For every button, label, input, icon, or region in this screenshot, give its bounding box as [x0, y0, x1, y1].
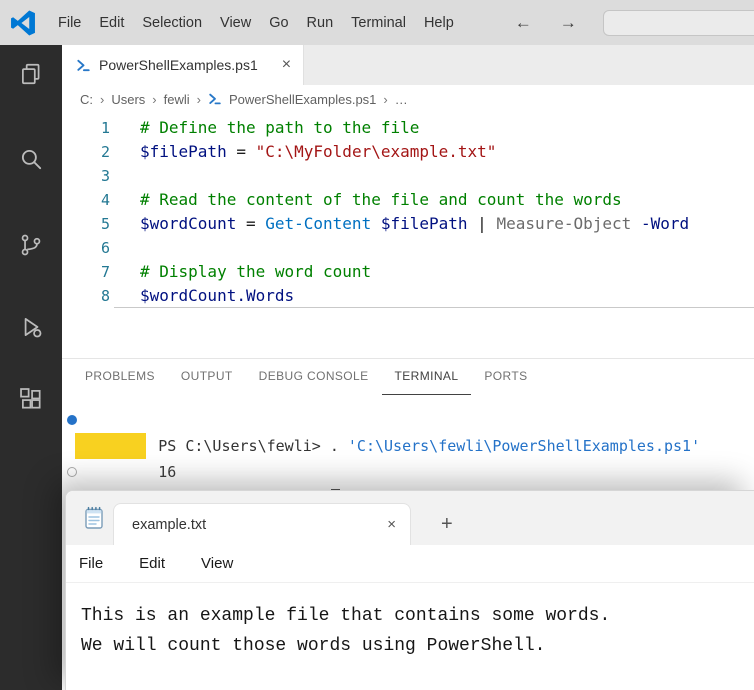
source-control-icon[interactable] — [0, 221, 62, 269]
notepad-menu-view[interactable]: View — [201, 555, 233, 572]
line-number: 1 — [100, 119, 110, 137]
powershell-file-icon — [208, 92, 222, 106]
panel-tab-ports[interactable]: PORTS — [471, 359, 540, 395]
notepad-tab-label: example.txt — [132, 516, 207, 533]
code-content: $filePath = "C:\MyFolder\example.txt" — [140, 142, 497, 161]
line-number: 8 — [100, 287, 110, 305]
history-navigation: ← → — [515, 13, 577, 33]
tab-label: PowerShellExamples.ps1 — [99, 57, 258, 73]
code-line-6[interactable]: 6 — [62, 236, 754, 260]
forward-arrow-icon[interactable]: → — [560, 13, 577, 33]
code-content: $wordCount = Get-Content $filePath | Mea… — [140, 214, 690, 233]
menu-file[interactable]: File — [49, 15, 90, 31]
vscode-titlebar: File Edit Selection View Go Run Terminal Help ←… — [0, 0, 754, 45]
editor-tab-bar: PowerShellExamples.ps1 × — [62, 45, 754, 85]
line-number: 5 — [100, 215, 110, 233]
extensions-icon[interactable] — [0, 375, 62, 423]
breadcrumb-item-fewli[interactable]: fewli — [164, 92, 190, 107]
notepad-text-area[interactable]: This is an example file that contains so… — [66, 583, 754, 661]
menu-run[interactable]: Run — [298, 15, 343, 31]
menu-selection[interactable]: Selection — [133, 15, 211, 31]
notepad-tab-example-txt[interactable]: example.txt × — [113, 503, 411, 545]
terminal-prompt-line[interactable]: PS C:\Users\fewli> — [62, 459, 754, 507]
panel-tab-output[interactable]: OUTPUT — [168, 359, 246, 395]
search-icon[interactable] — [0, 135, 62, 183]
chevron-right-icon: › — [100, 91, 105, 107]
menu-view[interactable]: View — [211, 15, 260, 31]
code-content — [114, 164, 754, 188]
prompt-decoration-icon — [67, 467, 77, 477]
output-highlight — [75, 433, 146, 459]
explorer-icon[interactable] — [0, 50, 62, 98]
code-content: # Define the path to the file — [140, 118, 420, 137]
chevron-right-icon: › — [152, 91, 157, 107]
line-number: 6 — [100, 239, 110, 257]
menu-go[interactable]: Go — [260, 15, 297, 31]
menu-bar: File Edit Selection View Go Run Terminal Help — [49, 15, 463, 31]
chevron-right-icon: › — [196, 91, 201, 107]
screen: File Edit Selection View Go Run Terminal Help ←… — [0, 0, 754, 690]
run-and-debug-icon[interactable] — [0, 303, 62, 351]
close-icon[interactable]: × — [282, 57, 291, 73]
line-number: 4 — [100, 191, 110, 209]
notepad-menu-bar: File Edit View — [66, 545, 754, 583]
breadcrumb-more[interactable]: … — [395, 92, 408, 107]
breadcrumb-item-users[interactable]: Users — [111, 92, 145, 107]
code-content: $wordCount.Words — [114, 284, 754, 308]
terminal-command-line: PS C:\Users\fewli> . 'C:\Users\fewli\Pow… — [62, 407, 754, 455]
notepad-text-line-1: This is an example file that contains so… — [81, 606, 611, 626]
line-number: 7 — [100, 263, 110, 281]
notepad-new-tab-button[interactable]: + — [441, 514, 453, 534]
command-success-decoration-icon[interactable] — [67, 415, 77, 425]
vscode-logo-icon — [10, 9, 37, 36]
menu-edit[interactable]: Edit — [90, 15, 133, 31]
code-line-2[interactable]: 2 $filePath = "C:\MyFolder\example.txt" — [62, 140, 754, 164]
back-arrow-icon[interactable]: ← — [515, 13, 532, 33]
terminal-output-line: 16 — [62, 433, 754, 481]
line-number: 3 — [100, 167, 110, 185]
breadcrumb-item-file[interactable]: PowerShellExamples.ps1 — [229, 92, 376, 107]
notepad-menu-edit[interactable]: Edit — [139, 555, 165, 572]
powershell-file-icon — [76, 58, 91, 73]
code-line-3[interactable]: 3 — [62, 164, 754, 188]
panel-tab-bar: PROBLEMS OUTPUT DEBUG CONSOLE TERMINAL PORTS — [62, 359, 754, 395]
menu-help[interactable]: Help — [415, 15, 463, 31]
activity-bar — [0, 45, 62, 690]
notepad-menu-file[interactable]: File — [79, 555, 103, 572]
code-editor[interactable]: 1 # Define the path to the file 2 $filePath… — [62, 113, 754, 358]
chevron-right-icon: › — [383, 91, 388, 107]
menu-terminal[interactable]: Terminal — [342, 15, 415, 31]
tab-powershellexamples-ps1[interactable]: PowerShellExamples.ps1 × — [62, 45, 305, 85]
notepad-text-line-2: We will count those words using PowerShe… — [81, 636, 546, 656]
breadcrumb-item-c[interactable]: C: — [80, 92, 93, 107]
terminal[interactable]: PS C:\Users\fewli> . 'C:\Users\fewli\Pow… — [62, 407, 754, 507]
panel-tab-problems[interactable]: PROBLEMS — [72, 359, 168, 395]
code-line-1[interactable]: 1 # Define the path to the file — [62, 116, 754, 140]
notepad-window: example.txt × + File Edit View This is an … — [65, 490, 754, 690]
code-content: # Read the content of the file and count… — [140, 190, 622, 209]
notepad-app-icon — [83, 506, 105, 530]
line-number: 2 — [100, 143, 110, 161]
search-command-center[interactable] — [602, 9, 754, 36]
code-line-7[interactable]: 7 # Display the word count — [62, 260, 754, 284]
code-content: # Display the word count — [140, 262, 372, 281]
breadcrumb: C: › Users › fewli › PowerShellExamples.ps1 › … — [62, 85, 754, 113]
code-line-5[interactable]: 5 $wordCount = Get-Content $filePath | Me… — [62, 212, 754, 236]
code-content — [114, 236, 754, 260]
code-line-4[interactable]: 4 # Read the content of the file and coun… — [62, 188, 754, 212]
notepad-tab-close-icon[interactable]: × — [387, 517, 396, 532]
code-line-8[interactable]: 8 $wordCount.Words — [62, 284, 754, 308]
panel-tab-debug-console[interactable]: DEBUG CONSOLE — [246, 359, 382, 395]
notepad-tab-bar: example.txt × + — [66, 491, 754, 545]
panel-tab-terminal[interactable]: TERMINAL — [381, 359, 472, 395]
